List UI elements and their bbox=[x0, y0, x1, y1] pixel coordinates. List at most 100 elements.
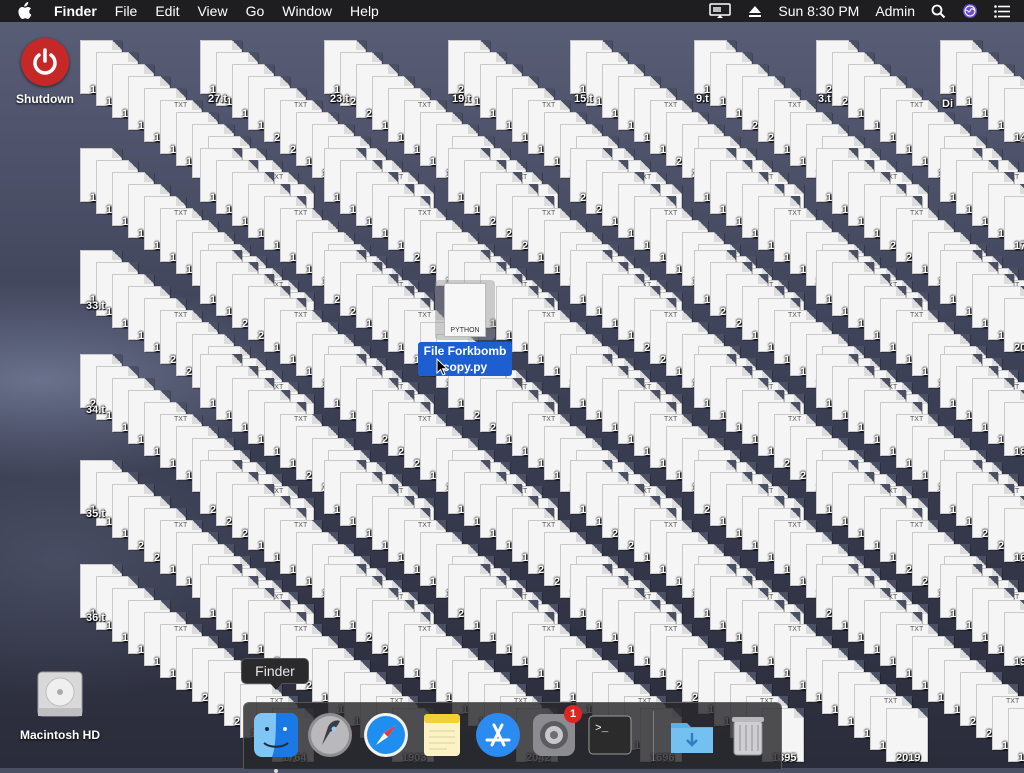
dock-downloads[interactable] bbox=[668, 711, 716, 759]
file-ext-label: TXT bbox=[294, 210, 308, 217]
hard-drive-icon bbox=[35, 668, 85, 720]
file-ext-label: TXT bbox=[294, 312, 308, 319]
file-name-label: 2019 bbox=[896, 752, 921, 764]
file-ext-label: TXT bbox=[910, 626, 924, 633]
file-name-label: 1913 bbox=[1014, 656, 1024, 668]
column-head-label: 15.t bbox=[574, 93, 593, 105]
partial-label-di: Di bbox=[942, 98, 953, 110]
safari-icon bbox=[364, 713, 408, 757]
file-ext-label: TXT bbox=[542, 522, 556, 529]
file-ext-label: TXT bbox=[910, 416, 924, 423]
file-ext-label: TXT bbox=[788, 210, 802, 217]
file-ext-label: TXT bbox=[910, 102, 924, 109]
selected-file-name[interactable]: File Forkbomb copy.py bbox=[418, 342, 512, 376]
dock-safari[interactable] bbox=[362, 711, 410, 759]
column-head-label: 23.t bbox=[330, 93, 349, 105]
terminal-icon: >_ bbox=[588, 715, 632, 755]
file-ext-label: TXT bbox=[294, 416, 308, 423]
file-ext-label: TXT bbox=[664, 416, 678, 423]
file-ext-label: TXT bbox=[542, 416, 556, 423]
file-ext-label: TXT bbox=[294, 102, 308, 109]
dock-system-preferences[interactable]: 1 bbox=[530, 705, 582, 759]
desktop-file-grid: 120312511299134713951443TXT1491153915871… bbox=[80, 30, 1024, 768]
file-ext-label: TXT bbox=[174, 210, 188, 217]
file-name-label: 1731 bbox=[1014, 240, 1024, 252]
row-head-label: 35.t bbox=[86, 508, 105, 520]
user-menu[interactable]: Admin bbox=[867, 0, 923, 22]
airplay-display-icon[interactable] bbox=[700, 3, 740, 19]
file-ext-label: TXT bbox=[664, 626, 678, 633]
file-ext-label: TXT bbox=[542, 312, 556, 319]
file-name-label: 1443 bbox=[1014, 132, 1024, 144]
macintosh-hd-desktop-icon[interactable]: Macintosh HD bbox=[12, 668, 108, 742]
dock-notes[interactable] bbox=[418, 711, 466, 759]
svg-text:>_: >_ bbox=[595, 723, 609, 735]
file-ext-label: TXT bbox=[884, 698, 898, 705]
file-ext-label: TXT bbox=[294, 522, 308, 529]
file-ext-label: TXT bbox=[418, 416, 432, 423]
shutdown-desktop-icon[interactable]: Shutdown bbox=[8, 38, 82, 106]
file-name-label: 1822 bbox=[1014, 446, 1024, 458]
row-head-label: 33.t bbox=[86, 300, 105, 312]
file-ext-label: TXT bbox=[174, 312, 188, 319]
file-ext-label: TXT bbox=[418, 210, 432, 217]
file-ext-label: TXT bbox=[174, 522, 188, 529]
file-name-label: 2019 bbox=[1014, 342, 1024, 354]
dock-separator bbox=[653, 711, 654, 761]
file-ext-label: TXT bbox=[542, 210, 556, 217]
dock-tooltip: Finder bbox=[241, 658, 309, 690]
file-ext-label: TXT bbox=[1006, 698, 1020, 705]
app-store-icon bbox=[476, 713, 520, 757]
file-ext-label: TXT bbox=[910, 312, 924, 319]
finder-icon bbox=[254, 713, 298, 757]
file-ext-label: TXT bbox=[294, 626, 308, 633]
menu-view[interactable]: View bbox=[188, 0, 236, 22]
file-ext-label: TXT bbox=[788, 102, 802, 109]
file-ext-label: TXT bbox=[542, 626, 556, 633]
app-menu-finder[interactable]: Finder bbox=[48, 0, 106, 22]
siri-icon[interactable] bbox=[954, 3, 986, 19]
trash-icon bbox=[732, 717, 764, 756]
row-head-label: 34.t bbox=[86, 404, 105, 416]
file-kind-label: PYTHON bbox=[450, 327, 480, 334]
downloads-folder-icon bbox=[671, 723, 713, 753]
search-icon[interactable] bbox=[923, 4, 954, 19]
clock[interactable]: Sun 8:30 PM bbox=[770, 0, 867, 22]
menu-go[interactable]: Go bbox=[237, 0, 274, 22]
file-selection-highlight: PYTHON bbox=[435, 280, 495, 340]
control-list-icon[interactable] bbox=[986, 4, 1018, 18]
file-ext-label: TXT bbox=[174, 416, 188, 423]
file-ext-label: TXT bbox=[788, 626, 802, 633]
file-ext-label: TXT bbox=[418, 102, 432, 109]
dock-trash[interactable] bbox=[724, 711, 772, 759]
eject-icon[interactable] bbox=[740, 4, 770, 18]
dock-terminal[interactable]: >_ bbox=[586, 711, 634, 759]
file-ext-label: TXT bbox=[542, 102, 556, 109]
column-head-label: 3.t bbox=[818, 93, 831, 105]
file-ext-label: TXT bbox=[910, 210, 924, 217]
dock-launchpad[interactable] bbox=[306, 711, 354, 759]
file-ext-label: TXT bbox=[910, 522, 924, 529]
file-ext-label: TXT bbox=[664, 312, 678, 319]
menu-bar: Finder File Edit View Go Window Help Sun… bbox=[0, 0, 1024, 22]
row-head-label: 36.t bbox=[86, 612, 105, 624]
mouse-cursor-icon bbox=[436, 357, 449, 381]
python-file-icon: PYTHON bbox=[444, 283, 486, 337]
dock-app-store[interactable] bbox=[474, 711, 522, 759]
menu-window[interactable]: Window bbox=[273, 0, 341, 22]
file-name-label: 1625 bbox=[1014, 552, 1024, 564]
selected-python-file[interactable]: PYTHON File Forkbomb copy.py bbox=[418, 280, 512, 376]
menu-help[interactable]: Help bbox=[341, 0, 388, 22]
power-icon bbox=[21, 38, 69, 86]
file-ext-label: TXT bbox=[664, 210, 678, 217]
menu-edit[interactable]: Edit bbox=[146, 0, 188, 22]
apple-menu-icon[interactable] bbox=[16, 0, 38, 22]
dock: 1 >_ bbox=[243, 702, 782, 773]
file-ext-label: TXT bbox=[788, 522, 802, 529]
file-ext-label: TXT bbox=[174, 626, 188, 633]
notes-icon bbox=[424, 714, 460, 756]
column-head-label: 19.t bbox=[452, 93, 471, 105]
menu-file[interactable]: File bbox=[106, 0, 147, 22]
dock-finder[interactable] bbox=[252, 711, 300, 773]
file-ext-label: TXT bbox=[664, 102, 678, 109]
